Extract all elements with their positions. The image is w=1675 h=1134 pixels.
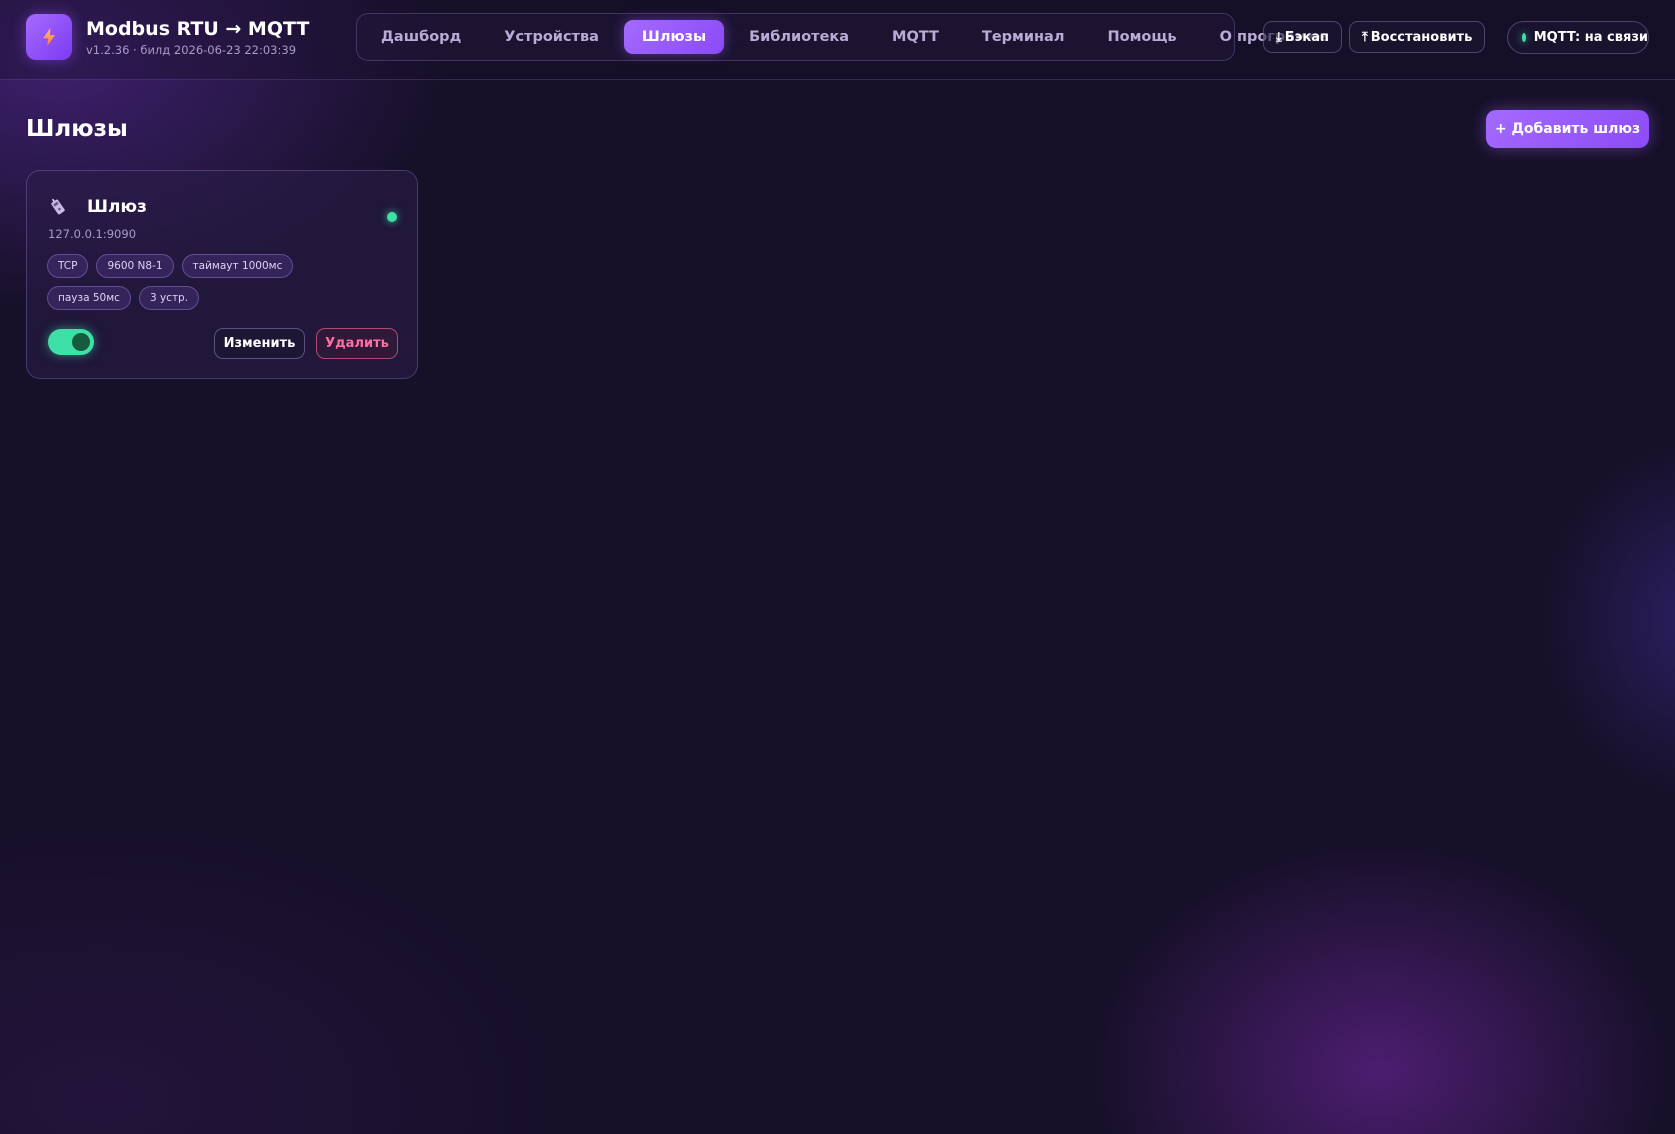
tab-library[interactable]: Библиотека (731, 20, 867, 54)
tag-device-count: 3 устр. (138, 286, 200, 310)
tab-mqtt[interactable]: MQTT (874, 20, 957, 54)
tab-help[interactable]: Помощь (1089, 20, 1194, 54)
mqtt-status-badge: MQTT: на связи (1507, 21, 1649, 54)
upload-icon: ⤒ (1362, 29, 1368, 45)
mqtt-status-dot (1522, 33, 1526, 42)
gateway-tags: TCP 9600 N8-1 таймаут 1000мс пауза 50мс … (47, 254, 377, 310)
backup-button[interactable]: ⤓ Бэкап (1263, 21, 1342, 53)
gateway-enable-toggle[interactable] (48, 329, 94, 355)
mqtt-status-text: MQTT: на связи (1533, 30, 1648, 45)
tab-terminal[interactable]: Терминал (964, 20, 1083, 54)
app-title: Modbus RTU → MQTT (86, 18, 310, 40)
restore-button[interactable]: ⤒ Восстановить (1349, 21, 1486, 53)
tag-timeout: таймаут 1000мс (181, 254, 294, 278)
download-icon: ⤓ (1276, 29, 1282, 45)
tag-protocol: TCP (47, 254, 89, 278)
page-title: Шлюзы (26, 116, 128, 142)
tag-pause: пауза 50мс (47, 286, 131, 310)
gateway-address: 127.0.0.1:9090 (48, 227, 137, 241)
top-bar: Modbus RTU → MQTT v1.2.36 · билд 2026-06… (0, 0, 1675, 80)
delete-gateway-button[interactable]: Удалить (316, 328, 398, 359)
app-logo (26, 14, 72, 60)
gateway-online-indicator (387, 212, 397, 222)
lightning-icon (43, 27, 55, 47)
tab-gateways[interactable]: Шлюзы (623, 20, 725, 54)
toggle-knob (72, 333, 90, 351)
tab-devices[interactable]: Устройства (486, 20, 617, 54)
gateway-icon (51, 198, 65, 215)
backup-label: Бэкап (1284, 29, 1329, 45)
main-nav: Дашборд Устройства Шлюзы Библиотека MQTT… (356, 13, 1329, 61)
gateway-name: Шлюз (87, 197, 147, 217)
gateway-card: Шлюз 127.0.0.1:9090 TCP 9600 N8-1 таймау… (26, 170, 418, 379)
tag-serial-settings: 9600 N8-1 (96, 254, 174, 278)
add-gateway-button[interactable]: + Добавить шлюз (1486, 110, 1649, 148)
restore-label: Восстановить (1370, 29, 1473, 45)
edit-gateway-button[interactable]: Изменить (214, 328, 305, 359)
tab-dashboard[interactable]: Дашборд (363, 20, 479, 54)
app-build-version: v1.2.36 · билд 2026-06-23 22:03:39 (86, 43, 297, 57)
